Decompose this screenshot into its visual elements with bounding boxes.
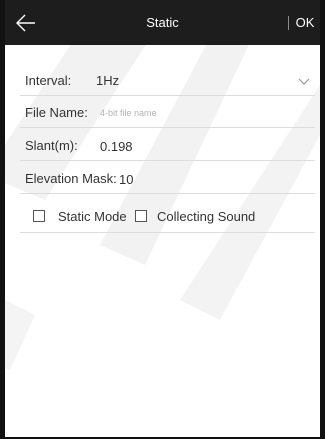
collecting-sound-box[interactable] (135, 210, 147, 222)
file-name-label: File Name: (25, 105, 88, 120)
options-divider (20, 232, 315, 233)
elevation-mask-input[interactable] (119, 169, 239, 189)
interval-row[interactable]: Interval: 1Hz (20, 66, 315, 96)
header-divider (288, 16, 289, 30)
slant-row: Slant(m): (20, 131, 315, 161)
back-button[interactable] (9, 8, 43, 38)
chevron-down-icon[interactable] (298, 78, 310, 86)
static-mode-label: Static Mode (58, 208, 127, 224)
arrow-left-icon (16, 14, 35, 32)
slant-label: Slant(m): (25, 138, 78, 153)
page-title: Static (146, 15, 179, 30)
static-mode-checkbox[interactable]: Static Mode (33, 206, 127, 226)
file-name-input[interactable] (100, 103, 300, 123)
interval-label: Interval: (25, 73, 72, 88)
file-name-row: File Name: (20, 98, 315, 128)
interval-value[interactable]: 1Hz (96, 73, 119, 88)
static-settings-screen: Static OK Interval: 1Hz File Name: Slant… (0, 0, 325, 439)
slant-input[interactable] (100, 136, 300, 156)
ok-button[interactable]: OK (290, 0, 320, 45)
elevation-mask-row: Elevation Mask: (20, 164, 315, 194)
static-mode-box[interactable] (33, 210, 45, 222)
app-header: Static OK (5, 0, 320, 45)
collecting-sound-label: Collecting Sound (157, 208, 256, 224)
collecting-sound-checkbox[interactable]: Collecting Sound (135, 206, 255, 226)
elevation-mask-label: Elevation Mask: (25, 171, 117, 186)
